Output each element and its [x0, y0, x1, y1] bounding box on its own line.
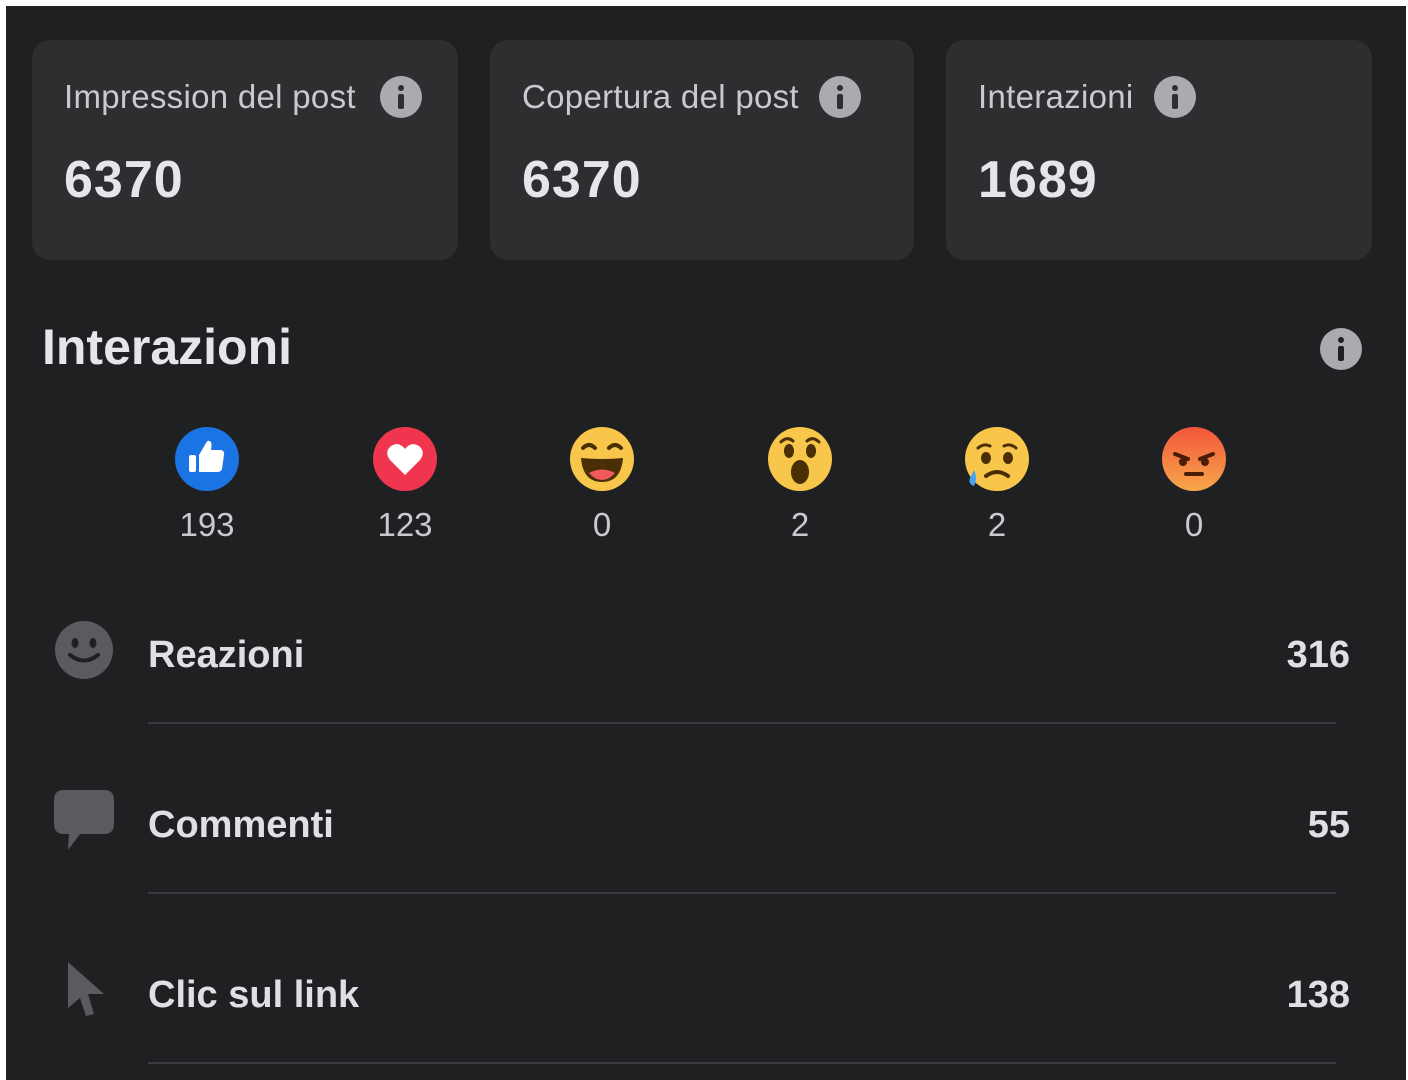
love-reaction-icon: [373, 427, 437, 491]
reaction-count: 2: [790, 506, 810, 543]
reaction-count: 0: [1184, 506, 1204, 543]
reaction-sad: 2: [937, 426, 1057, 544]
engagement-value: 1689: [978, 151, 1098, 209]
reaction-count: 0: [592, 506, 612, 543]
reaction-count: 2: [987, 506, 1007, 543]
row-reactions[interactable]: Reazioni 316: [6, 600, 1406, 720]
divider: [148, 1062, 1336, 1064]
row-value: 316: [1286, 634, 1350, 676]
reach-card: Copertura del post 6370: [490, 40, 914, 260]
comment-bubble-icon: [54, 790, 114, 850]
haha-reaction-icon: [570, 427, 634, 491]
reaction-count: 193: [179, 506, 235, 543]
cursor-pointer-icon: [68, 962, 104, 1016]
wow-reaction-icon: [768, 427, 832, 491]
divider: [148, 892, 1336, 894]
info-icon[interactable]: [818, 76, 861, 118]
info-icon[interactable]: [379, 76, 422, 118]
info-icon[interactable]: [1320, 328, 1362, 370]
row-label: Commenti: [148, 804, 334, 846]
smiley-icon: [55, 621, 113, 679]
impressions-value: 6370: [64, 151, 184, 209]
reaction-wow: 2: [740, 426, 860, 544]
impressions-label: Impression del post: [64, 78, 356, 115]
impressions-card: Impression del post 6370: [32, 40, 458, 260]
post-insights-panel: Impression del post 6370 Copertura del p…: [6, 6, 1406, 1080]
sad-reaction-icon: [965, 427, 1029, 491]
row-comments[interactable]: Commenti 55: [6, 770, 1406, 890]
like-reaction-icon: [175, 427, 239, 491]
reach-label: Copertura del post: [522, 78, 799, 115]
angry-reaction-icon: [1162, 427, 1226, 491]
info-icon[interactable]: [1153, 76, 1196, 118]
row-value: 138: [1286, 974, 1350, 1016]
reaction-angry: 0: [1134, 426, 1254, 544]
reaction-like: 193: [147, 426, 267, 544]
engagement-label: Interazioni: [978, 78, 1134, 115]
engagement-card: Interazioni 1689: [946, 40, 1372, 260]
row-label: Reazioni: [148, 634, 305, 676]
reach-value: 6370: [522, 151, 642, 209]
row-link-clicks[interactable]: Clic sul link 138: [6, 940, 1406, 1060]
row-value: 55: [1307, 804, 1350, 846]
reaction-count: 123: [377, 506, 433, 543]
row-label: Clic sul link: [148, 974, 360, 1016]
reaction-haha: 0: [542, 426, 662, 544]
divider: [148, 722, 1336, 724]
section-title: Interazioni: [42, 319, 293, 375]
reaction-love: 123: [345, 426, 465, 544]
